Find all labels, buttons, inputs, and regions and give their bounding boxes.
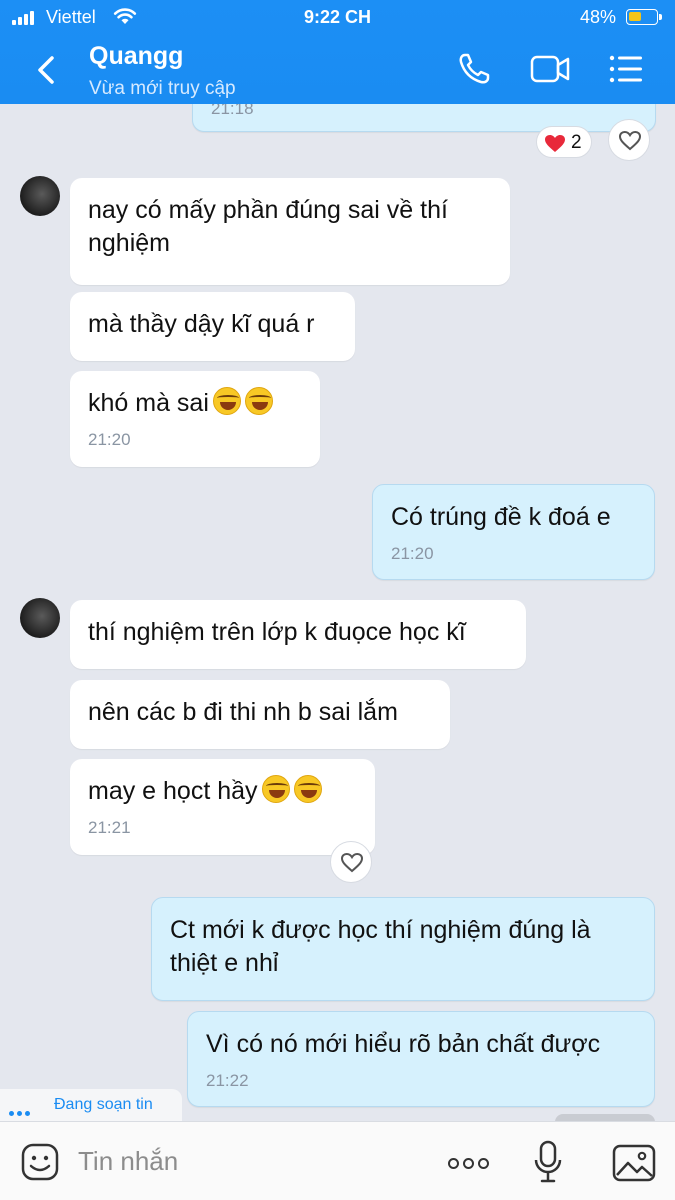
laughing-emoji-icon	[261, 775, 290, 803]
message-time: 21:21	[88, 818, 131, 837]
message-text: may e họct hầy	[88, 777, 258, 805]
message-text: thí nghiệm trên lớp k đuọce học kĩ	[88, 618, 466, 646]
battery-icon	[626, 9, 662, 25]
message-time: 21:22	[206, 1071, 249, 1090]
heart-icon	[618, 130, 642, 151]
message-text: nay có mấy phần đúng sai về thí nghiệm	[88, 196, 448, 257]
reaction-count: 2	[571, 132, 582, 153]
message-text: Có trúng đề k đoá e	[391, 503, 611, 531]
more-icon[interactable]	[448, 1156, 494, 1170]
typing-indicator: Đang soạn tin	[0, 1089, 182, 1121]
phone-icon[interactable]	[457, 52, 493, 86]
menu-icon[interactable]	[608, 52, 644, 86]
status-bar: Viettel 9:22 CH 48%	[0, 0, 675, 36]
battery-percent: 48%	[580, 7, 617, 27]
message-bubble-in[interactable]: nay có mấy phần đúng sai về thí nghiệm	[70, 178, 510, 285]
message-bubble-out[interactable]: Ct mới k được học thí nghiệm đúng là thi…	[151, 897, 655, 1001]
mic-icon[interactable]	[533, 1140, 563, 1184]
chat-header: Viettel 9:22 CH 48% Quangg Vừa mới truy …	[0, 0, 675, 104]
message-text: Vì có nó mới hiểu rõ bản chất được	[206, 1030, 601, 1058]
laughing-emoji-icon	[212, 387, 241, 415]
message-text: Ct mới k được học thí nghiệm đúng là thi…	[170, 916, 591, 977]
react-button[interactable]	[608, 119, 650, 161]
message-text: khó mà sai	[88, 389, 209, 417]
message-bubble-in[interactable]: khó mà sai 21:20	[70, 371, 320, 467]
avatar[interactable]	[20, 176, 60, 216]
heart-icon	[340, 852, 364, 873]
laughing-emoji-icon	[293, 775, 322, 803]
contact-name[interactable]: Quangg	[89, 42, 183, 71]
clock: 9:22 CH	[303, 7, 372, 27]
message-time: 21:20	[88, 430, 131, 449]
message-composer	[0, 1121, 675, 1200]
typing-text: Đang soạn tin	[54, 1096, 153, 1113]
heart-reaction-icon	[545, 135, 565, 152]
video-icon[interactable]	[530, 52, 570, 86]
react-button[interactable]	[330, 841, 372, 883]
message-bubble-out[interactable]: Vì có nó mới hiểu rõ bản chất được 21:22	[187, 1011, 655, 1107]
message-bubble-in[interactable]: nên các b đi thi nh b sai lắm	[70, 680, 450, 749]
message-time: 21:20	[391, 544, 434, 563]
typing-dots-icon	[9, 1103, 33, 1121]
message-input[interactable]	[78, 1144, 418, 1178]
message-bubble-in[interactable]: mà thầy dậy kĩ quá r	[70, 292, 355, 361]
reaction-summary[interactable]: 2	[536, 126, 592, 158]
laughing-emoji-icon	[244, 387, 273, 415]
message-bubble-out[interactable]: Có trúng đề k đoá e 21:20	[372, 484, 655, 580]
message-text: mà thầy dậy kĩ quá r	[88, 310, 315, 338]
message-list[interactable]: 21:18 2 nay có mấy phần đúng sai về thí …	[0, 64, 675, 1122]
contact-status: Vừa mới truy cập	[89, 78, 236, 99]
avatar[interactable]	[20, 598, 60, 638]
back-icon[interactable]	[30, 52, 66, 88]
message-bubble-in[interactable]: thí nghiệm trên lớp k đuọce học kĩ	[70, 600, 526, 669]
message-text: nên các b đi thi nh b sai lắm	[88, 698, 398, 726]
sticker-icon[interactable]	[20, 1142, 60, 1182]
message-bubble-in[interactable]: may e họct hầy 21:21	[70, 759, 375, 855]
image-icon[interactable]	[612, 1144, 656, 1182]
